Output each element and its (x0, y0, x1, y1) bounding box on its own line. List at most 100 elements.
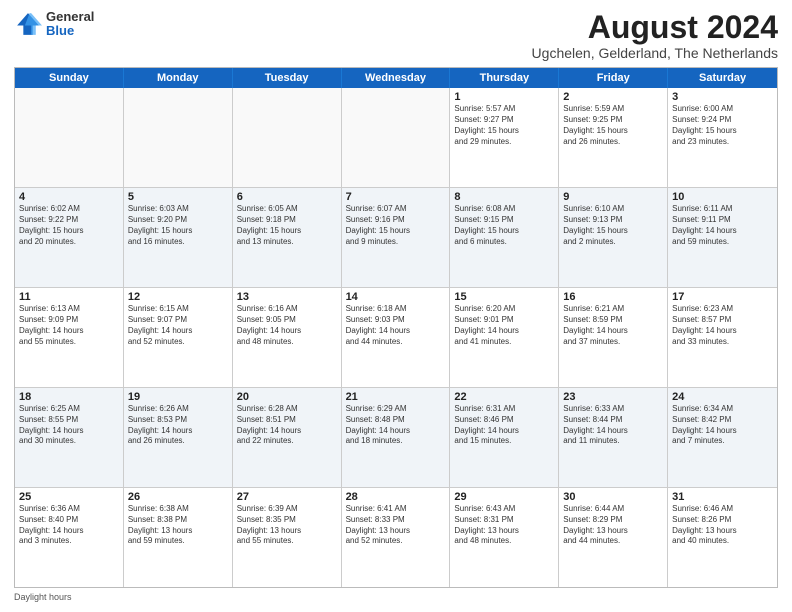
cal-header-friday: Friday (559, 68, 668, 88)
day-info: Sunrise: 6:26 AM Sunset: 8:53 PM Dayligh… (128, 404, 228, 447)
day-number: 9 (563, 191, 663, 203)
day-number: 23 (563, 391, 663, 403)
cal-cell: 30Sunrise: 6:44 AM Sunset: 8:29 PM Dayli… (559, 488, 668, 587)
day-number: 6 (237, 191, 337, 203)
cal-cell: 28Sunrise: 6:41 AM Sunset: 8:33 PM Dayli… (342, 488, 451, 587)
day-number: 27 (237, 491, 337, 503)
cal-cell: 23Sunrise: 6:33 AM Sunset: 8:44 PM Dayli… (559, 388, 668, 487)
logo-icon (14, 10, 42, 38)
cal-cell: 9Sunrise: 6:10 AM Sunset: 9:13 PM Daylig… (559, 188, 668, 287)
day-number: 7 (346, 191, 446, 203)
day-number: 1 (454, 91, 554, 103)
day-info: Sunrise: 6:34 AM Sunset: 8:42 PM Dayligh… (672, 404, 773, 447)
day-number: 10 (672, 191, 773, 203)
day-info: Sunrise: 6:38 AM Sunset: 8:38 PM Dayligh… (128, 504, 228, 547)
day-number: 19 (128, 391, 228, 403)
day-info: Sunrise: 6:16 AM Sunset: 9:05 PM Dayligh… (237, 304, 337, 347)
day-info: Sunrise: 6:13 AM Sunset: 9:09 PM Dayligh… (19, 304, 119, 347)
subtitle: Ugchelen, Gelderland, The Netherlands (532, 45, 778, 61)
day-info: Sunrise: 6:03 AM Sunset: 9:20 PM Dayligh… (128, 204, 228, 247)
cal-header-monday: Monday (124, 68, 233, 88)
cal-cell: 25Sunrise: 6:36 AM Sunset: 8:40 PM Dayli… (15, 488, 124, 587)
cal-week-5: 25Sunrise: 6:36 AM Sunset: 8:40 PM Dayli… (15, 488, 777, 587)
cal-cell: 13Sunrise: 6:16 AM Sunset: 9:05 PM Dayli… (233, 288, 342, 387)
cal-cell: 8Sunrise: 6:08 AM Sunset: 9:15 PM Daylig… (450, 188, 559, 287)
day-number: 31 (672, 491, 773, 503)
day-number: 24 (672, 391, 773, 403)
cal-cell: 11Sunrise: 6:13 AM Sunset: 9:09 PM Dayli… (15, 288, 124, 387)
cal-cell: 3Sunrise: 6:00 AM Sunset: 9:24 PM Daylig… (668, 88, 777, 187)
day-info: Sunrise: 6:39 AM Sunset: 8:35 PM Dayligh… (237, 504, 337, 547)
cal-cell: 7Sunrise: 6:07 AM Sunset: 9:16 PM Daylig… (342, 188, 451, 287)
logo-general-text: General (46, 10, 94, 24)
day-info: Sunrise: 6:15 AM Sunset: 9:07 PM Dayligh… (128, 304, 228, 347)
cal-week-2: 4Sunrise: 6:02 AM Sunset: 9:22 PM Daylig… (15, 188, 777, 288)
logo-blue-text: Blue (46, 24, 94, 38)
day-number: 25 (19, 491, 119, 503)
cal-cell (233, 88, 342, 187)
day-number: 8 (454, 191, 554, 203)
day-info: Sunrise: 6:36 AM Sunset: 8:40 PM Dayligh… (19, 504, 119, 547)
cal-cell: 14Sunrise: 6:18 AM Sunset: 9:03 PM Dayli… (342, 288, 451, 387)
cal-cell (342, 88, 451, 187)
day-info: Sunrise: 6:08 AM Sunset: 9:15 PM Dayligh… (454, 204, 554, 247)
day-number: 4 (19, 191, 119, 203)
day-info: Sunrise: 6:44 AM Sunset: 8:29 PM Dayligh… (563, 504, 663, 547)
legend: Daylight hours (14, 592, 778, 602)
day-number: 21 (346, 391, 446, 403)
day-info: Sunrise: 6:18 AM Sunset: 9:03 PM Dayligh… (346, 304, 446, 347)
day-number: 12 (128, 291, 228, 303)
day-number: 14 (346, 291, 446, 303)
cal-cell: 6Sunrise: 6:05 AM Sunset: 9:18 PM Daylig… (233, 188, 342, 287)
cal-week-1: 1Sunrise: 5:57 AM Sunset: 9:27 PM Daylig… (15, 88, 777, 188)
cal-week-4: 18Sunrise: 6:25 AM Sunset: 8:55 PM Dayli… (15, 388, 777, 488)
cal-cell: 29Sunrise: 6:43 AM Sunset: 8:31 PM Dayli… (450, 488, 559, 587)
calendar-header: SundayMondayTuesdayWednesdayThursdayFrid… (15, 68, 777, 88)
day-info: Sunrise: 6:31 AM Sunset: 8:46 PM Dayligh… (454, 404, 554, 447)
cal-cell: 21Sunrise: 6:29 AM Sunset: 8:48 PM Dayli… (342, 388, 451, 487)
page: General Blue August 2024 Ugchelen, Gelde… (0, 0, 792, 612)
day-number: 26 (128, 491, 228, 503)
cal-header-wednesday: Wednesday (342, 68, 451, 88)
main-title: August 2024 (532, 10, 778, 45)
title-block: August 2024 Ugchelen, Gelderland, The Ne… (532, 10, 778, 61)
day-info: Sunrise: 6:46 AM Sunset: 8:26 PM Dayligh… (672, 504, 773, 547)
cal-cell: 31Sunrise: 6:46 AM Sunset: 8:26 PM Dayli… (668, 488, 777, 587)
day-number: 28 (346, 491, 446, 503)
day-number: 18 (19, 391, 119, 403)
day-info: Sunrise: 6:21 AM Sunset: 8:59 PM Dayligh… (563, 304, 663, 347)
day-info: Sunrise: 6:41 AM Sunset: 8:33 PM Dayligh… (346, 504, 446, 547)
cal-cell: 22Sunrise: 6:31 AM Sunset: 8:46 PM Dayli… (450, 388, 559, 487)
day-number: 13 (237, 291, 337, 303)
cal-cell: 26Sunrise: 6:38 AM Sunset: 8:38 PM Dayli… (124, 488, 233, 587)
cal-cell: 2Sunrise: 5:59 AM Sunset: 9:25 PM Daylig… (559, 88, 668, 187)
day-number: 2 (563, 91, 663, 103)
cal-cell: 10Sunrise: 6:11 AM Sunset: 9:11 PM Dayli… (668, 188, 777, 287)
cal-cell: 12Sunrise: 6:15 AM Sunset: 9:07 PM Dayli… (124, 288, 233, 387)
day-info: Sunrise: 6:33 AM Sunset: 8:44 PM Dayligh… (563, 404, 663, 447)
day-number: 30 (563, 491, 663, 503)
day-number: 29 (454, 491, 554, 503)
header: General Blue August 2024 Ugchelen, Gelde… (14, 10, 778, 61)
cal-cell: 24Sunrise: 6:34 AM Sunset: 8:42 PM Dayli… (668, 388, 777, 487)
day-info: Sunrise: 6:29 AM Sunset: 8:48 PM Dayligh… (346, 404, 446, 447)
day-info: Sunrise: 6:43 AM Sunset: 8:31 PM Dayligh… (454, 504, 554, 547)
cal-header-tuesday: Tuesday (233, 68, 342, 88)
cal-header-thursday: Thursday (450, 68, 559, 88)
cal-cell: 20Sunrise: 6:28 AM Sunset: 8:51 PM Dayli… (233, 388, 342, 487)
day-info: Sunrise: 6:28 AM Sunset: 8:51 PM Dayligh… (237, 404, 337, 447)
cal-cell: 5Sunrise: 6:03 AM Sunset: 9:20 PM Daylig… (124, 188, 233, 287)
cal-header-saturday: Saturday (668, 68, 777, 88)
day-info: Sunrise: 6:11 AM Sunset: 9:11 PM Dayligh… (672, 204, 773, 247)
cal-week-3: 11Sunrise: 6:13 AM Sunset: 9:09 PM Dayli… (15, 288, 777, 388)
day-info: Sunrise: 6:10 AM Sunset: 9:13 PM Dayligh… (563, 204, 663, 247)
day-info: Sunrise: 6:05 AM Sunset: 9:18 PM Dayligh… (237, 204, 337, 247)
day-number: 15 (454, 291, 554, 303)
cal-cell: 16Sunrise: 6:21 AM Sunset: 8:59 PM Dayli… (559, 288, 668, 387)
day-info: Sunrise: 6:25 AM Sunset: 8:55 PM Dayligh… (19, 404, 119, 447)
cal-cell: 27Sunrise: 6:39 AM Sunset: 8:35 PM Dayli… (233, 488, 342, 587)
day-number: 22 (454, 391, 554, 403)
day-info: Sunrise: 6:00 AM Sunset: 9:24 PM Dayligh… (672, 104, 773, 147)
day-info: Sunrise: 5:57 AM Sunset: 9:27 PM Dayligh… (454, 104, 554, 147)
cal-cell: 17Sunrise: 6:23 AM Sunset: 8:57 PM Dayli… (668, 288, 777, 387)
